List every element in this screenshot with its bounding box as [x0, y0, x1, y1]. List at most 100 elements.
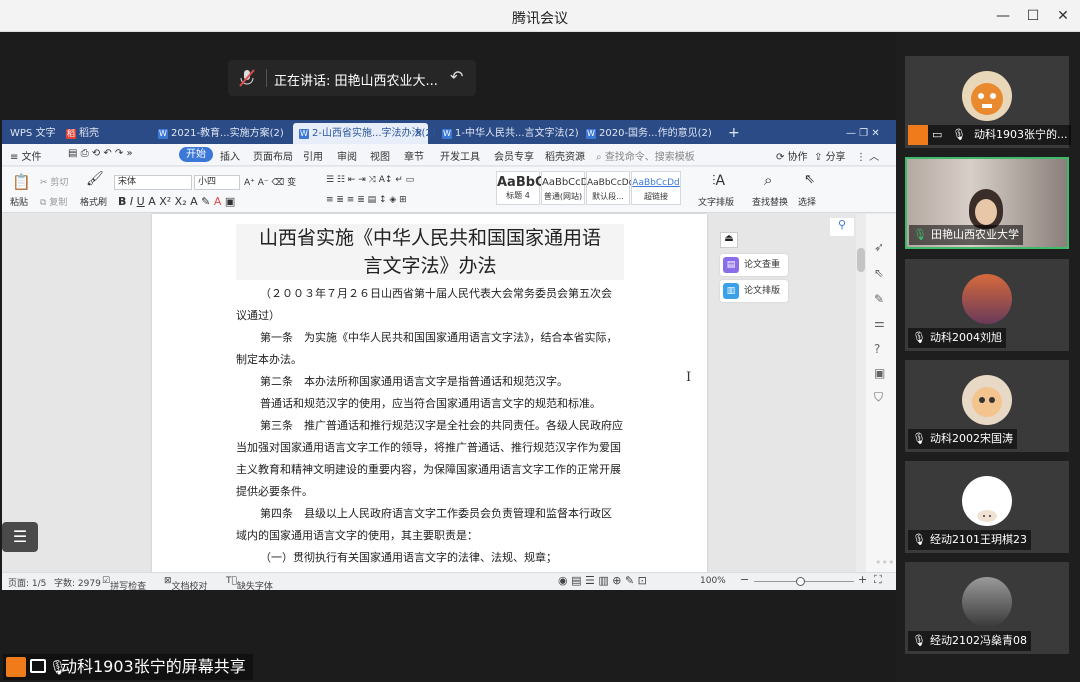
participant-tile[interactable]: 🎙 经动2101王玥棋23: [905, 461, 1069, 553]
paper-check-label: 论文查重: [744, 260, 781, 270]
style-normal-web[interactable]: AaBbCcD 普通(网站): [541, 171, 589, 205]
copy-button[interactable]: ⧉ 复制: [40, 195, 67, 208]
tab-doc-2020[interactable]: W 2020-国务...作的意见(2): [580, 123, 716, 144]
window-controls[interactable]: — ❐ ✕: [840, 123, 890, 144]
menu-reference[interactable]: 引用: [303, 148, 323, 163]
more-icon[interactable]: ⋮ ︿: [856, 148, 879, 163]
zoom-in-icon[interactable]: +: [858, 573, 867, 586]
menu-view[interactable]: 视图: [370, 148, 390, 163]
menu-chapter[interactable]: 章节: [404, 148, 424, 163]
avatar: [962, 476, 1012, 526]
tab-doc-2021[interactable]: W 2021-教育...实施方案(2): [152, 123, 288, 144]
paper-check-button[interactable]: ▤ 论文查重: [720, 254, 788, 276]
mic-icon: 🎙: [952, 128, 966, 141]
paper-format-button[interactable]: ▥ 论文排版: [720, 280, 788, 302]
shield-icon[interactable]: ⛉: [874, 390, 883, 405]
menu-member[interactable]: 会员专享: [494, 148, 534, 163]
search-icon: ⌕: [596, 152, 605, 163]
spell-check-button[interactable]: ☑ 拼写检查: [102, 576, 146, 590]
style-sample: AaBbCcD: [542, 177, 589, 188]
tab-doc-shanxi[interactable]: W 2-山西省实施...字法办法(2) ✕: [293, 123, 436, 144]
right-tool-strip: ➶ ⇖ ✎ ⚌ ? ▣ ⛉: [866, 214, 896, 572]
menu-start[interactable]: 开始: [179, 147, 213, 162]
font-select[interactable]: 宋体: [114, 175, 192, 190]
font-size-select[interactable]: 小四: [194, 175, 240, 190]
font-size-adjust-icons[interactable]: A⁺ A⁻ ⌫ 变: [244, 175, 296, 188]
pointer-icon[interactable]: ⇖: [874, 266, 884, 280]
style-hyperlink[interactable]: AaBbCcDd 超链接: [631, 171, 681, 205]
more-dots-icon[interactable]: •••: [875, 556, 894, 569]
word-doc-icon: W: [299, 129, 309, 139]
close-tab-icon[interactable]: ✕: [415, 123, 423, 144]
tab-wps-home[interactable]: WPS 文字: [4, 123, 55, 144]
rocket-icon[interactable]: ➶: [874, 240, 884, 254]
align-icons[interactable]: ≡ ≣ ≡ ≣ ▤ ↕ ◈ ⊞: [326, 195, 407, 205]
help-icon[interactable]: ?: [874, 342, 880, 356]
menu-insert[interactable]: 插入: [220, 148, 240, 163]
menu-dev-tools[interactable]: 开发工具: [440, 148, 480, 163]
format-painter-button[interactable]: 格式刷: [80, 195, 107, 208]
location-pin-icon[interactable]: ⚲: [830, 218, 854, 236]
scroll-thumb[interactable]: [857, 248, 865, 272]
cut-button[interactable]: ✂ 剪切: [40, 175, 68, 188]
document-page[interactable]: 山西省实施《中华人民共和国国家通用语 言文字法》办法 （２００３年７月２６日山西…: [152, 214, 707, 572]
select-button[interactable]: 选择: [798, 195, 816, 208]
participant-tile[interactable]: 🎙 经动2102冯燊青08: [905, 562, 1069, 654]
participant-name-bar: ▭ 🎙 动科1903张宁的...: [908, 125, 1072, 145]
copy-label: 复制: [49, 198, 68, 208]
quick-access-icons[interactable]: ▤ ⎙ ⟲ ↶ ↷ »: [68, 148, 133, 159]
text-layout-button[interactable]: 文字排版: [698, 195, 734, 208]
style-heading4[interactable]: AaBbC 标题 4: [496, 171, 545, 205]
new-tab-icon[interactable]: +: [722, 123, 742, 144]
word-count[interactable]: 字数: 2979: [54, 576, 101, 589]
vertical-scrollbar[interactable]: [856, 214, 866, 572]
file-menu[interactable]: ≡ 文件: [10, 148, 42, 163]
tab-label: 2020-国务...作的意见(2): [599, 128, 712, 139]
back-arrow-icon[interactable]: ↶: [450, 67, 463, 86]
list-toggle-icon[interactable]: ☰: [2, 522, 38, 552]
share-button[interactable]: ⇪ 分享: [814, 148, 846, 163]
zoom-slider-knob[interactable]: [796, 577, 805, 586]
menu-docer[interactable]: 稻壳资源: [545, 148, 585, 163]
zoom-out-icon[interactable]: −: [740, 573, 749, 586]
list-icons[interactable]: ☰ ☷ ⇤ ⇥ ⤨ A↕ ↵ ▭: [326, 175, 414, 185]
zoom-level[interactable]: 100%: [700, 576, 726, 586]
command-search[interactable]: ⌕ 查找命令、搜索模板: [596, 148, 695, 163]
image-icon[interactable]: ▣: [874, 366, 885, 380]
speaking-label: 正在讲话: 田艳山西农业大...: [274, 74, 438, 89]
maximize-button[interactable]: ☐: [1024, 7, 1042, 25]
divider: [266, 69, 267, 87]
find-replace-button[interactable]: 查找替换: [752, 195, 788, 208]
paste-icon[interactable]: 📋: [12, 173, 31, 191]
menu-layout[interactable]: 页面布局: [253, 148, 293, 163]
paste-button[interactable]: 粘贴: [10, 195, 28, 208]
settings-sliders-icon[interactable]: ⚌: [874, 316, 885, 330]
text-format-icons[interactable]: B I U A X² X₂ A ✎ A ▣: [118, 195, 235, 208]
style-default-para[interactable]: AaBbCcDd 默认段...: [586, 171, 635, 205]
collab-button[interactable]: ⟳ 协作: [776, 148, 808, 163]
screen-share-label-bar: 🎙 动科1903张宁的屏幕共享: [3, 654, 253, 680]
tab-label: 1-中华人民共...言文字法(2): [455, 128, 579, 139]
tab-docer[interactable]: 稻稻壳: [60, 123, 144, 144]
pen-icon[interactable]: ✎: [874, 292, 884, 306]
minimize-button[interactable]: —: [994, 7, 1012, 25]
participant-tile[interactable]: 🎙 动科2004刘旭: [905, 259, 1069, 351]
style-sample: AaBbCcDd: [587, 178, 635, 188]
tab-doc-law[interactable]: W 1-中华人民共...言文字法(2): [436, 123, 579, 144]
participant-tile[interactable]: ▭ 🎙 动科1903张宁的...: [905, 56, 1072, 148]
collapse-icon[interactable]: ⏏: [720, 232, 738, 248]
participant-tile[interactable]: 🎙 动科2002宋国涛: [905, 360, 1069, 452]
text-cursor-icon: I: [686, 370, 692, 385]
fullscreen-icon[interactable]: ⛶: [874, 573, 882, 587]
muted-mic-icon: 🎙: [912, 533, 926, 546]
close-button[interactable]: ✕: [1054, 7, 1072, 25]
missing-font-button[interactable]: T⃝ 缺失字体: [226, 576, 273, 590]
participant-tile[interactable]: 🎙 田艳山西农业大学: [905, 157, 1069, 249]
doc-check-button[interactable]: ⊠ 文档校对: [164, 576, 208, 590]
document-area[interactable]: 山西省实施《中华人民共和国国家通用语 言文字法》办法 （２００３年７月２６日山西…: [2, 214, 856, 572]
view-mode-icons[interactable]: ◉ ▤ ☰ ▥ ⊕ ✎ ⊡: [558, 574, 647, 587]
menu-review[interactable]: 审阅: [337, 148, 357, 163]
paper-side-panel: ⏏ ▤ 论文查重 ▥ 论文排版 ⚲: [720, 214, 856, 572]
page-count[interactable]: 页面: 1/5: [8, 576, 46, 589]
speaking-indicator: 正在讲话: 田艳山西农业大... ↶: [228, 60, 476, 96]
